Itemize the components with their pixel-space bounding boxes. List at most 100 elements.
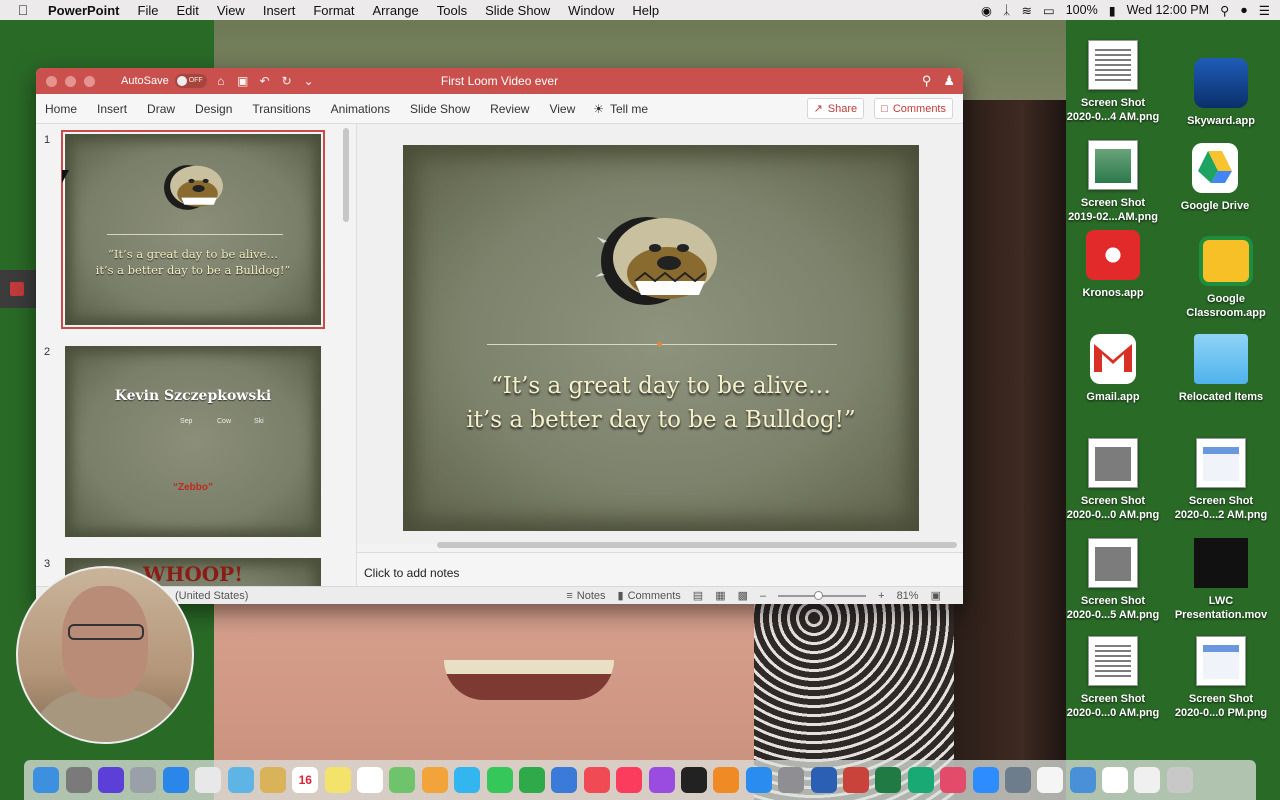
title-bar[interactable]: AutoSave OFF ⌂ ▣ ↶ ↻ ⌄ First Loom Video …	[36, 68, 963, 94]
comments-toggle-button[interactable]: ▮ Comments	[618, 589, 681, 603]
menu-file[interactable]: File	[129, 3, 168, 18]
menu-format[interactable]: Format	[304, 3, 363, 18]
main-slide[interactable]: “It’s a great day to be alive… it’s a be…	[403, 145, 919, 531]
dock-item[interactable]	[548, 764, 580, 796]
menu-slide-show[interactable]: Slide Show	[476, 3, 559, 18]
dock-item[interactable]	[30, 764, 62, 796]
dock-item[interactable]	[419, 764, 451, 796]
customize-toolbar-icon[interactable]: ⌄	[301, 74, 317, 88]
reading-view-icon[interactable]: ▩	[738, 589, 748, 602]
dock-item[interactable]	[581, 764, 613, 796]
notes-pane[interactable]: Click to add notes	[357, 552, 963, 586]
tab-slide-show[interactable]: Slide Show	[400, 102, 480, 116]
slide-thumbnail-2[interactable]: Kevin Szczepkowski Sep Cow Ski “Zebbo”	[65, 346, 321, 537]
dock-item[interactable]	[257, 764, 289, 796]
background-window-fragment[interactable]	[0, 270, 36, 308]
notification-center-icon[interactable]: ☰	[1259, 3, 1270, 18]
apple-menu-icon[interactable]: 	[0, 2, 46, 18]
clock[interactable]: Wed 12:00 PM	[1127, 3, 1209, 17]
search-icon[interactable]: ⚲	[922, 73, 932, 89]
desktop-icon-gmail[interactable]: Gmail.app	[1058, 334, 1168, 404]
dock-item[interactable]	[1034, 764, 1066, 796]
desktop-icon-google-drive[interactable]: Google Drive	[1160, 143, 1270, 213]
dock-item[interactable]	[775, 764, 807, 796]
menu-arrange[interactable]: Arrange	[364, 3, 428, 18]
dock-item[interactable]	[937, 764, 969, 796]
redo-icon[interactable]: ↻	[279, 74, 295, 88]
tab-animations[interactable]: Animations	[321, 102, 400, 116]
desktop-icon-google-classroom[interactable]: Google Classroom.app	[1171, 236, 1280, 320]
slide-thumbnails-pane[interactable]: 1 “It’s a great day to be alive… it’s a …	[36, 124, 356, 586]
dock-item[interactable]	[1099, 764, 1131, 796]
close-window-button[interactable]	[46, 75, 57, 87]
normal-view-icon[interactable]: ▤	[693, 589, 703, 602]
tab-draw[interactable]: Draw	[137, 102, 185, 116]
zoom-out-icon[interactable]: –	[760, 590, 766, 602]
share-button[interactable]: ↗ Share	[806, 98, 865, 119]
dock-item[interactable]	[710, 764, 742, 796]
desktop-icon-screenshot-1[interactable]: Screen Shot 2020-0...4 AM.png	[1058, 40, 1168, 124]
menu-edit[interactable]: Edit	[167, 3, 207, 18]
dock-item[interactable]	[192, 764, 224, 796]
dock-item[interactable]	[807, 764, 839, 796]
notes-toggle-button[interactable]: ≡ Notes	[566, 590, 605, 602]
slide-editor[interactable]: “It’s a great day to be alive… it’s a be…	[357, 124, 963, 548]
dock-item[interactable]	[322, 764, 354, 796]
dock-item[interactable]	[95, 764, 127, 796]
dock-item[interactable]	[386, 764, 418, 796]
home-icon[interactable]: ⌂	[213, 74, 229, 88]
comments-button[interactable]: □ Comments	[874, 98, 953, 119]
dock-item[interactable]	[451, 764, 483, 796]
dock-item[interactable]	[905, 764, 937, 796]
slide-sorter-icon[interactable]: ▦	[715, 589, 725, 602]
dock-item[interactable]	[645, 764, 677, 796]
battery-icon[interactable]: ▮	[1109, 3, 1116, 18]
user-avatar-icon[interactable]: ●	[1240, 3, 1248, 17]
tab-design[interactable]: Design	[185, 102, 242, 116]
dock-item[interactable]	[160, 764, 192, 796]
menu-view[interactable]: View	[208, 3, 254, 18]
wifi-icon[interactable]: ≋	[1021, 3, 1031, 18]
desktop-icon-screenshot-6[interactable]: Screen Shot 2020-0...0 AM.png	[1058, 636, 1168, 720]
display-icon[interactable]: ▭	[1043, 3, 1055, 18]
vpn-icon[interactable]: ◉	[981, 3, 992, 18]
menu-help[interactable]: Help	[623, 3, 668, 18]
zoom-percent[interactable]: 81%	[897, 590, 919, 602]
dock-item[interactable]	[1002, 764, 1034, 796]
desktop-icon-lwc-presentation[interactable]: LWC Presentation.mov	[1166, 538, 1276, 622]
fit-to-window-icon[interactable]: ▣	[931, 589, 941, 602]
desktop-icon-screenshot-2[interactable]: Screen Shot 2019-02...AM.png	[1058, 140, 1168, 224]
bluetooth-icon[interactable]: ᛣ	[1003, 3, 1011, 17]
desktop-icon-skyward[interactable]: Skyward.app	[1166, 58, 1276, 128]
dock-item[interactable]	[678, 764, 710, 796]
minimize-window-button[interactable]	[65, 75, 76, 87]
zoom-slider-knob[interactable]	[814, 590, 824, 600]
spotlight-search-icon[interactable]: ⚲	[1220, 3, 1229, 18]
dock-item[interactable]	[872, 764, 904, 796]
tab-home[interactable]: Home	[36, 102, 87, 116]
dock-item[interactable]	[1067, 764, 1099, 796]
tab-insert[interactable]: Insert	[87, 102, 137, 116]
menu-window[interactable]: Window	[559, 3, 623, 18]
webcam-bubble[interactable]	[16, 566, 194, 744]
desktop-icon-relocated-items[interactable]: Relocated Items	[1166, 334, 1276, 404]
save-icon[interactable]: ▣	[235, 74, 251, 88]
desktop-icon-screenshot-3[interactable]: Screen Shot 2020-0...0 AM.png	[1058, 438, 1168, 522]
dock-item[interactable]	[613, 764, 645, 796]
dock-item[interactable]	[743, 764, 775, 796]
dock-item[interactable]	[1131, 764, 1163, 796]
dock-item[interactable]	[840, 764, 872, 796]
menu-app-name[interactable]: PowerPoint	[46, 3, 129, 18]
autosave-toggle[interactable]: OFF	[174, 74, 207, 88]
share-person-icon[interactable]: ♟	[943, 73, 955, 89]
desktop-icon-screenshot-4[interactable]: Screen Shot 2020-0...2 AM.png	[1166, 438, 1276, 522]
zoom-slider[interactable]	[778, 590, 867, 600]
desktop-icon-screenshot-7[interactable]: Screen Shot 2020-0...0 PM.png	[1166, 636, 1276, 720]
menu-insert[interactable]: Insert	[254, 3, 305, 18]
desktop-icon-kronos[interactable]: Kronos.app	[1058, 230, 1168, 300]
menu-tools[interactable]: Tools	[428, 3, 476, 18]
dock-item[interactable]	[62, 764, 94, 796]
thumbnails-scrollbar[interactable]	[343, 128, 349, 222]
tab-transitions[interactable]: Transitions	[242, 102, 320, 116]
tab-view[interactable]: View	[539, 102, 585, 116]
